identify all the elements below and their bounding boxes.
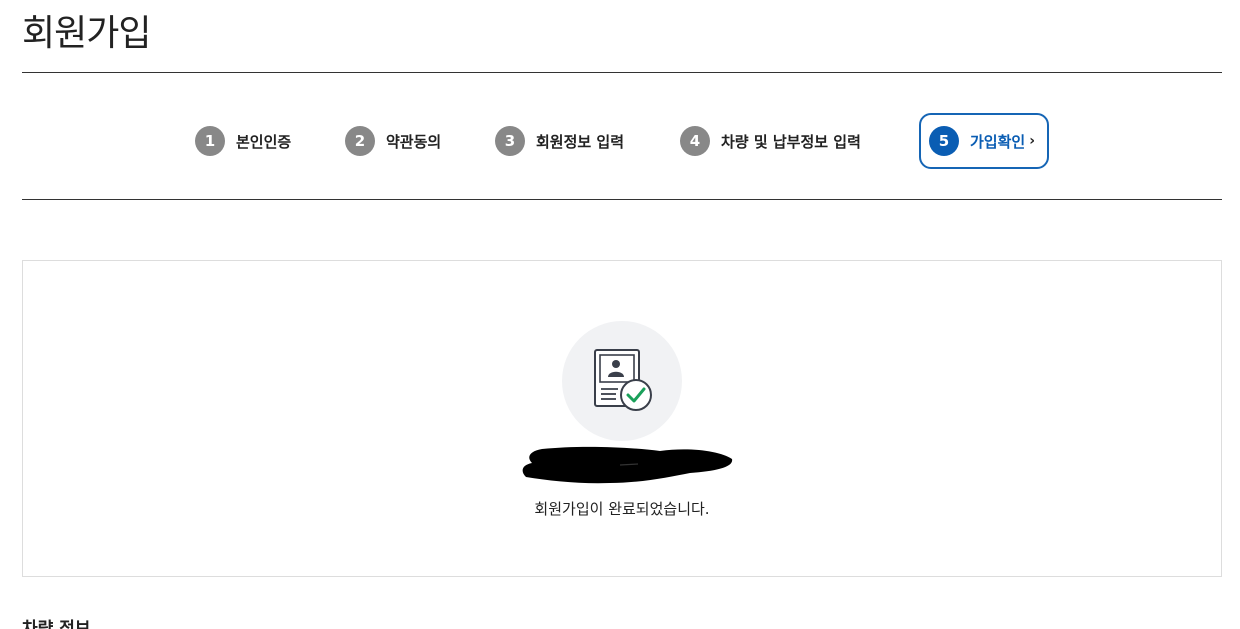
member-card-check-icon <box>562 321 682 441</box>
signup-complete-message: 회원가입이 완료되었습니다. <box>534 500 710 518</box>
title-divider <box>22 72 1222 73</box>
step-identity-verification: 1 본인인증 <box>195 113 291 169</box>
step-number: 1 <box>195 126 225 156</box>
step-label: 가입확인 <box>970 132 1026 151</box>
step-label: 약관동의 <box>386 132 442 151</box>
signup-page: 회원가입 1 본인인증 2 약관동의 3 회원정보 입력 4 차량 및 납부정보… <box>0 0 1240 629</box>
step-terms-agreement: 2 약관동의 <box>345 113 441 169</box>
step-number: 5 <box>929 126 959 156</box>
signup-stepper: 1 본인인증 2 약관동의 3 회원정보 입력 4 차량 및 납부정보 입력 5… <box>0 113 1240 169</box>
step-label: 차량 및 납부정보 입력 <box>721 132 861 151</box>
chevron-right-icon: › <box>1029 133 1035 149</box>
redacted-name-mark <box>522 446 733 484</box>
step-vehicle-payment-info: 4 차량 및 납부정보 입력 <box>680 113 861 169</box>
step-member-info: 3 회원정보 입력 <box>495 113 624 169</box>
page-title: 회원가입 <box>22 13 151 54</box>
step-number: 2 <box>345 126 375 156</box>
step-label: 본인인증 <box>236 132 292 151</box>
step-signup-confirmation: 5 가입확인 › <box>919 113 1049 169</box>
vehicle-info-section-title: 차량 정보 <box>22 619 91 629</box>
stepper-divider <box>22 199 1222 200</box>
step-number: 3 <box>495 126 525 156</box>
step-label: 회원정보 입력 <box>536 132 625 151</box>
step-number: 4 <box>680 126 710 156</box>
signup-complete-panel: 회원가입이 완료되었습니다. <box>22 260 1222 577</box>
